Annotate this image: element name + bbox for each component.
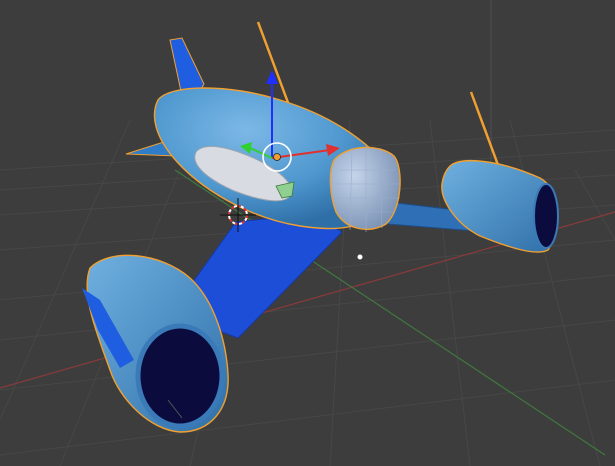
world-origin-point [357,254,363,260]
right-engine-intake [533,183,559,249]
object-origin-icon [273,153,281,161]
left-engine-intake [135,323,225,429]
viewport-canvas[interactable] [0,0,615,466]
3d-viewport[interactable] [0,0,615,466]
nose-canopy[interactable] [329,146,401,231]
lamp-line-2[interactable] [469,91,500,166]
